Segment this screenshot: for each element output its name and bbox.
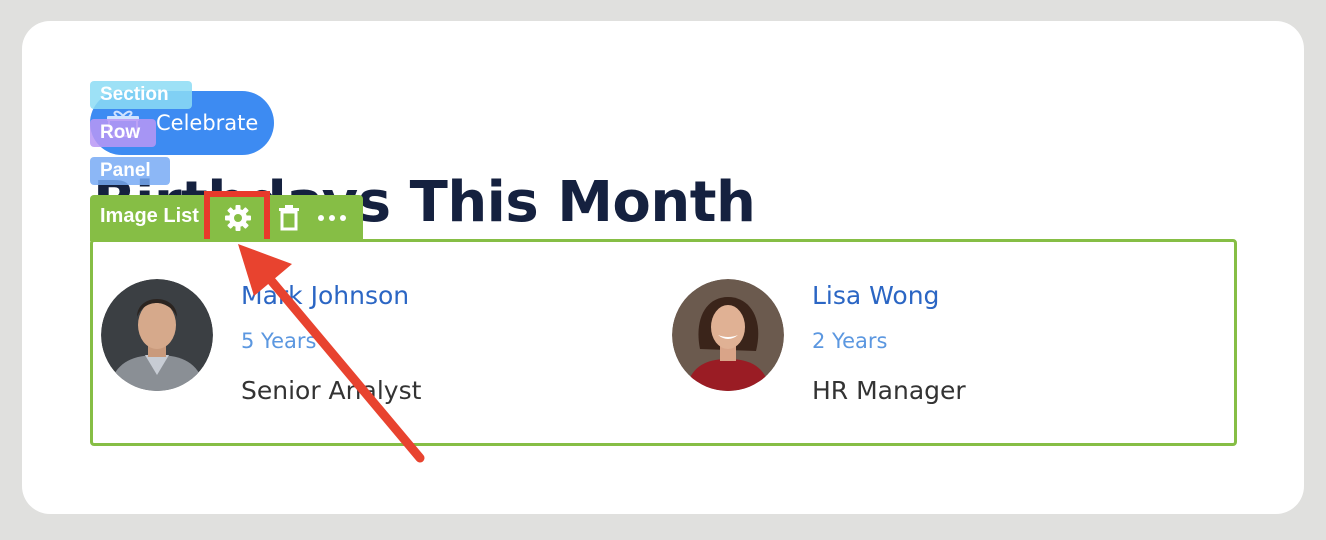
image-list-toolbar: Image List: [90, 195, 363, 241]
row-tag[interactable]: Row: [90, 119, 156, 147]
toolbar-label: Image List: [100, 205, 199, 227]
person-years: 5 Years: [241, 329, 317, 353]
person-name[interactable]: Mark Johnson: [241, 281, 409, 311]
trash-icon: [279, 205, 299, 231]
list-item: Mark Johnson 5 Years Senior Analyst: [101, 279, 601, 419]
more-button[interactable]: [312, 195, 352, 241]
image-list[interactable]: Mark Johnson 5 Years Senior Analyst Lisa…: [90, 239, 1237, 446]
person-name[interactable]: Lisa Wong: [812, 281, 939, 311]
section-tag[interactable]: Section: [90, 81, 192, 109]
celebrate-label: Celebrate: [156, 111, 259, 135]
person-role: Senior Analyst: [241, 376, 422, 405]
person-role: HR Manager: [812, 376, 966, 405]
more-icon: [318, 215, 346, 221]
delete-button[interactable]: [274, 195, 304, 241]
avatar: [672, 279, 784, 391]
panel-tag[interactable]: Panel: [90, 157, 170, 185]
settings-button[interactable]: [202, 195, 274, 241]
person-years: 2 Years: [812, 329, 888, 353]
avatar: [101, 279, 213, 391]
list-item: Lisa Wong 2 Years HR Manager: [672, 279, 1172, 419]
gear-icon: [225, 205, 251, 231]
